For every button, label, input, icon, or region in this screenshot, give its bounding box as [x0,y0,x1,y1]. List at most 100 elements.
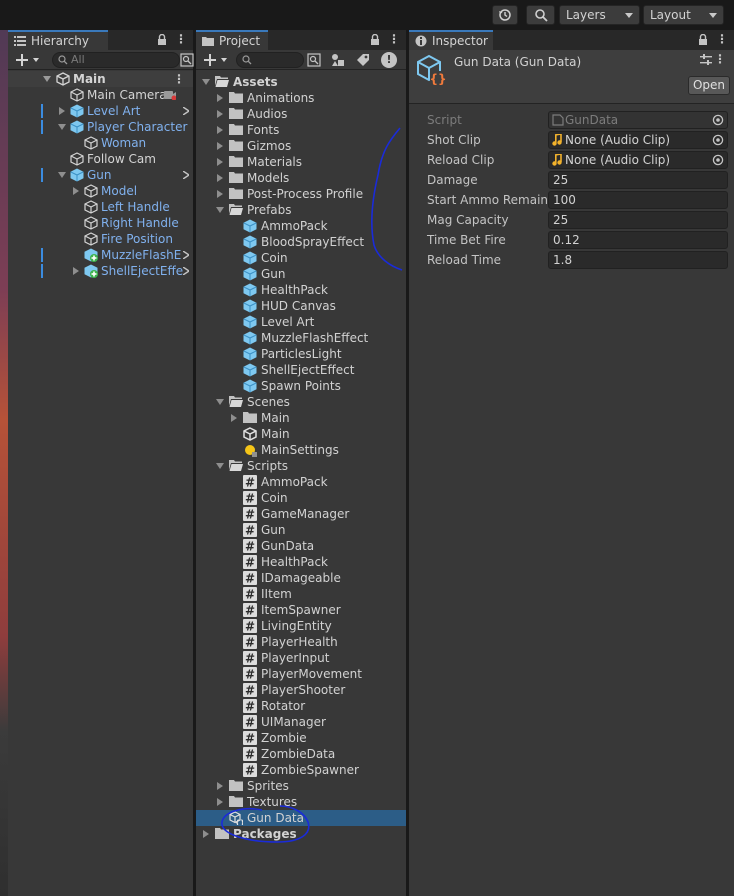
chevron-down-icon[interactable] [58,123,66,131]
script-item[interactable]: # PlayerShooter [196,682,406,698]
hierarchy-item[interactable]: Gun [8,167,193,183]
more-options-icon[interactable]: ⋮ [714,52,726,66]
folder-item[interactable]: Prefabs [196,202,406,218]
hierarchy-item[interactable]: Fire Position [8,231,193,247]
chevron-right-icon[interactable] [230,414,238,422]
hierarchy-item[interactable]: Woman [8,135,193,151]
prefab-item[interactable]: ParticlesLight [196,346,406,362]
more-options-icon[interactable]: ⋮ [388,32,400,46]
chevron-right-icon[interactable] [216,158,224,166]
scene-item[interactable]: Main [196,410,406,426]
chevron-right-icon[interactable] [216,142,224,150]
scene-item[interactable]: Main [196,426,406,442]
search-by-scene-icon[interactable] [307,53,321,67]
script-item[interactable]: # HealthPack [196,554,406,570]
hierarchy-item[interactable]: Main Camera [8,87,193,103]
object-picker-icon[interactable] [712,134,724,146]
lock-icon[interactable] [370,33,380,45]
folder-scenes[interactable]: Scenes [196,394,406,410]
script-item[interactable]: # IItem [196,586,406,602]
script-item[interactable]: # GunData [196,538,406,554]
folder-item[interactable]: Textures [196,794,406,810]
script-item[interactable]: # UIManager [196,714,406,730]
script-item[interactable]: # AmmoPack [196,474,406,490]
folder-assets[interactable]: Assets [196,74,406,90]
add-dropdown[interactable] [14,52,42,68]
prefab-item[interactable]: HealthPack [196,282,406,298]
more-options-icon[interactable]: ⋮ [716,32,728,46]
script-item[interactable]: # PlayerInput [196,650,406,666]
chevron-down-icon[interactable] [216,206,224,214]
script-item[interactable]: # IDamageable [196,570,406,586]
lock-icon[interactable] [157,33,167,45]
chevron-right-icon[interactable] [183,251,189,259]
open-button[interactable]: Open [688,76,730,95]
object-field[interactable]: None (Audio Clip) [548,131,728,149]
more-options-icon[interactable]: ⋮ [173,71,185,87]
hierarchy-item[interactable]: Level Art [8,103,193,119]
hierarchy-item[interactable]: Right Handle [8,215,193,231]
value-input[interactable]: 100 [548,191,728,209]
chevron-right-icon[interactable] [183,267,189,275]
script-item[interactable]: # Rotator [196,698,406,714]
hierarchy-search-input[interactable]: All [52,52,180,68]
hierarchy-item[interactable]: ShellEjectEffe [8,263,193,279]
folder-item[interactable]: Sprites [196,778,406,794]
script-item[interactable]: # ZombieSpawner [196,762,406,778]
search-button[interactable] [526,5,555,25]
value-input[interactable]: 0.12 [548,231,728,249]
chevron-right-icon[interactable] [216,94,224,102]
prefab-item[interactable]: MuzzleFlashEffect [196,330,406,346]
folder-item[interactable]: Fonts [196,122,406,138]
hierarchy-item[interactable]: Model [8,183,193,199]
chevron-down-icon[interactable] [216,398,224,406]
value-input[interactable]: 1.8 [548,251,728,269]
folder-item[interactable]: Models [196,170,406,186]
script-item[interactable]: # PlayerMovement [196,666,406,682]
history-button[interactable] [492,5,518,25]
hierarchy-item[interactable]: Left Handle [8,199,193,215]
chevron-right-icon[interactable] [216,798,224,806]
prefab-item[interactable]: ShellEjectEffect [196,362,406,378]
folder-item[interactable]: Materials [196,154,406,170]
value-input[interactable]: 25 [548,171,728,189]
chevron-down-icon[interactable] [43,75,51,83]
chevron-right-icon[interactable] [216,126,224,134]
script-item[interactable]: # Gun [196,522,406,538]
tab-project[interactable]: Project [196,30,268,50]
folder-packages[interactable]: Packages [196,826,406,842]
tab-inspector[interactable]: Inspector [409,30,493,50]
filter-by-type-icon[interactable] [331,53,345,67]
chevron-right-icon[interactable] [216,190,224,198]
chevron-down-icon[interactable] [58,171,66,179]
chevron-right-icon[interactable] [183,171,189,179]
hierarchy-item[interactable]: Player Character [8,119,193,135]
hidden-packages-icon[interactable]: ! [381,52,397,68]
folder-item[interactable]: Audios [196,106,406,122]
scene-row-main[interactable]: Main ⋮ [8,71,193,87]
chevron-right-icon[interactable] [58,107,66,115]
more-options-icon[interactable]: ⋮ [175,32,187,46]
chevron-right-icon[interactable] [202,830,210,838]
layers-dropdown[interactable]: Layers [559,5,640,25]
project-search-input[interactable] [236,52,304,68]
filter-by-label-icon[interactable] [356,53,370,67]
folder-item[interactable]: Gizmos [196,138,406,154]
folder-item[interactable]: Post-Process Profile [196,186,406,202]
hierarchy-item[interactable]: Follow Cam [8,151,193,167]
tab-hierarchy[interactable]: Hierarchy [8,30,108,50]
chevron-down-icon[interactable] [216,462,224,470]
prefab-item[interactable]: Spawn Points [196,378,406,394]
layout-dropdown[interactable]: Layout [643,5,724,25]
create-dropdown[interactable] [202,52,230,68]
presets-icon[interactable] [700,54,712,66]
script-item[interactable]: # PlayerHealth [196,634,406,650]
script-item[interactable]: # LivingEntity [196,618,406,634]
chevron-right-icon[interactable] [216,174,224,182]
scene-visibility-icon[interactable] [180,53,194,67]
prefab-item[interactable]: Gun [196,266,406,282]
script-item[interactable]: # ZombieData [196,746,406,762]
script-item[interactable]: # GameManager [196,506,406,522]
chevron-right-icon[interactable] [72,187,80,195]
prefab-item[interactable]: Coin [196,250,406,266]
